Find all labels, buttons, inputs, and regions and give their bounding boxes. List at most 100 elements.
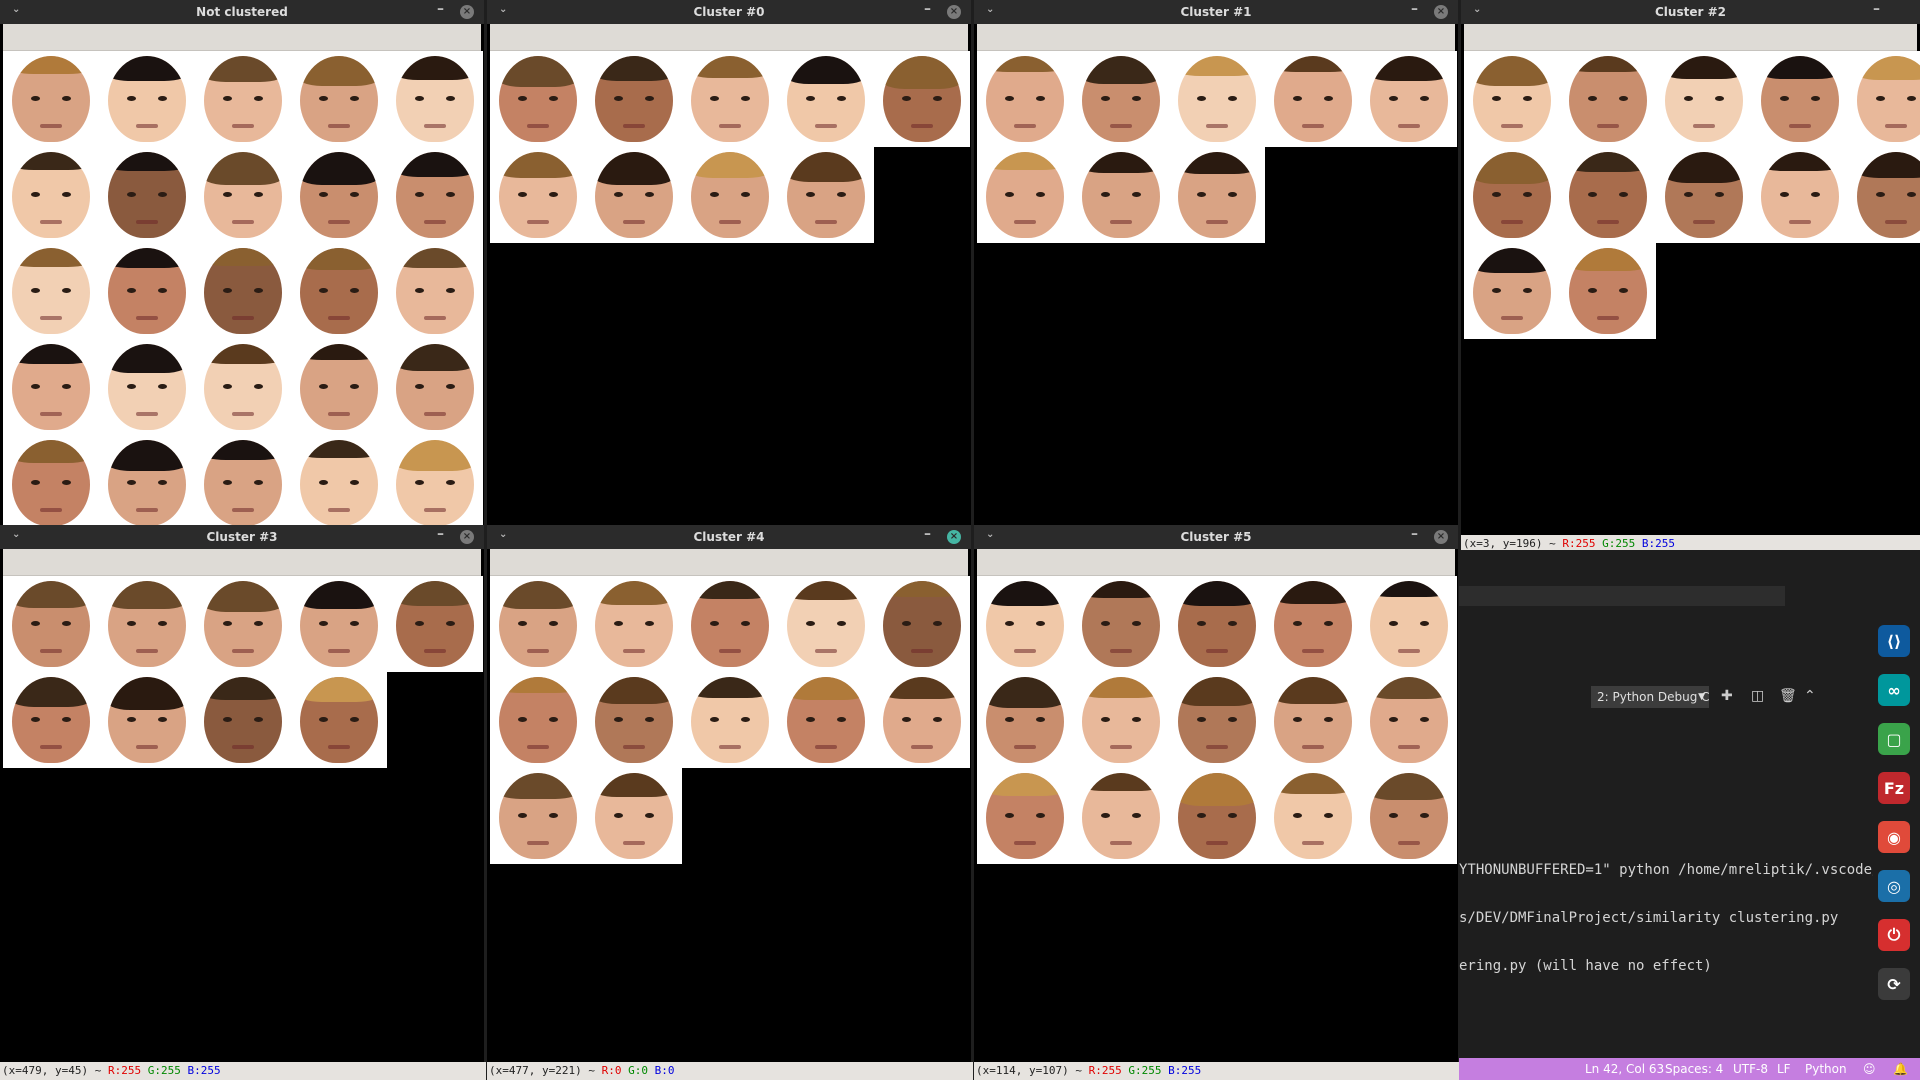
image-canvas[interactable] — [977, 51, 1457, 510]
face-eye — [902, 717, 911, 722]
window-menu-chevron-icon[interactable]: ⌄ — [12, 4, 20, 15]
face-eye — [1324, 621, 1333, 626]
face-eye — [446, 96, 455, 101]
feedback-smiley-icon[interactable]: ☺ — [1863, 1058, 1876, 1080]
face-hair — [1370, 677, 1448, 699]
window-menu-chevron-icon[interactable]: ⌄ — [12, 529, 20, 540]
window-menu-chevron-icon[interactable]: ⌄ — [499, 529, 507, 540]
face-thumbnail — [1169, 576, 1265, 672]
face-thumbnail — [778, 147, 874, 243]
indentation-status[interactable]: Spaces: 4 — [1665, 1058, 1723, 1080]
cursor-position[interactable]: Ln 42, Col 63 — [1585, 1058, 1664, 1080]
minimize-button[interactable]: – — [924, 526, 931, 542]
steam-icon[interactable]: ◎ — [1878, 870, 1910, 902]
face-eye — [127, 96, 136, 101]
status-coords: (x=114, y=107) ~ — [976, 1064, 1089, 1077]
image-canvas[interactable] — [490, 576, 970, 1062]
face-eye — [1228, 813, 1237, 818]
window-menu-chevron-icon[interactable]: ⌄ — [499, 4, 507, 15]
notification-bell-icon[interactable]: 🔔 — [1893, 1058, 1908, 1080]
close-button[interactable]: × — [1434, 530, 1448, 544]
window-title-bar[interactable]: ⌄ Not clustered – × — [0, 0, 484, 24]
face-image — [12, 581, 90, 667]
close-button[interactable]: × — [460, 5, 474, 19]
arduino-icon[interactable]: ∞ — [1878, 674, 1910, 706]
image-canvas[interactable] — [3, 576, 483, 1062]
face-eye — [1132, 621, 1141, 626]
terminal-output[interactable]: YTHONUNBUFFERED=1" python /home/mrelipti… — [1459, 830, 1873, 1006]
face-eye — [1780, 192, 1789, 197]
terminal-line: s/DEV/DMFinalProject/similarity clusteri… — [1459, 910, 1839, 926]
face-mouth — [815, 124, 837, 128]
face-eye — [1420, 96, 1429, 101]
face-hair — [1082, 581, 1160, 598]
face-image — [204, 440, 282, 526]
face-hair — [300, 344, 378, 360]
minimize-button[interactable]: – — [437, 1, 444, 17]
split-terminal-icon[interactable]: ◫ — [1751, 688, 1764, 704]
window-title: Cluster #2 — [1655, 5, 1726, 19]
face-image — [300, 581, 378, 667]
face-mouth — [1110, 841, 1132, 845]
face-eye — [1101, 192, 1110, 197]
close-button[interactable]: × — [947, 5, 961, 19]
window-title-bar[interactable]: ⌄ Cluster #2 – — [1461, 0, 1920, 24]
image-canvas[interactable] — [977, 576, 1457, 1062]
window-title-bar[interactable]: ⌄ Cluster #1 – × — [974, 0, 1458, 24]
face-eye — [1293, 621, 1302, 626]
face-mouth — [232, 649, 254, 653]
trash-icon[interactable]: 🗑 — [1779, 688, 1797, 704]
sync-icon[interactable]: ⟳ — [1878, 968, 1910, 1000]
face-hair — [12, 677, 90, 707]
face-thumbnail — [1560, 51, 1656, 147]
face-thumbnail — [682, 672, 778, 768]
face-thumbnail — [99, 435, 195, 528]
add-terminal-icon[interactable]: ✚ — [1721, 688, 1733, 704]
window-title-bar[interactable]: ⌄ Cluster #4 – × — [487, 525, 971, 549]
encoding-status[interactable]: UTF-8 — [1733, 1058, 1768, 1080]
screenshot-tool-icon[interactable]: ◉ — [1878, 821, 1910, 853]
minimize-button[interactable]: – — [1873, 1, 1880, 17]
image-canvas[interactable] — [3, 51, 483, 528]
vscode-icon[interactable]: ⟨⟩ — [1878, 625, 1910, 657]
face-mouth — [40, 508, 62, 512]
face-eye — [1197, 717, 1206, 722]
window-title-bar[interactable]: ⌄ Cluster #3 – × — [0, 525, 484, 549]
window-menu-chevron-icon[interactable]: ⌄ — [986, 4, 994, 15]
face-hair — [883, 56, 961, 89]
power-icon[interactable]: ⏻ — [1878, 919, 1910, 951]
image-canvas[interactable] — [490, 51, 970, 510]
face-image — [1473, 152, 1551, 238]
face-eye — [1228, 717, 1237, 722]
face-eye — [1197, 96, 1206, 101]
face-mouth — [1110, 124, 1132, 128]
chevron-up-icon[interactable]: ⌃ — [1804, 688, 1816, 704]
face-mouth — [1014, 745, 1036, 749]
eol-status[interactable]: LF — [1777, 1058, 1791, 1080]
filezilla-icon[interactable]: Fz — [1878, 772, 1910, 804]
face-image — [499, 581, 577, 667]
face-eye — [1907, 192, 1916, 197]
minimize-button[interactable]: – — [1411, 1, 1418, 17]
face-image — [1761, 56, 1839, 142]
language-status[interactable]: Python — [1805, 1058, 1847, 1080]
face-eye — [254, 621, 263, 626]
face-mouth — [1398, 841, 1420, 845]
close-button[interactable]: × — [1434, 5, 1448, 19]
terminal-app-icon[interactable]: ▢ — [1878, 723, 1910, 755]
close-button[interactable]: × — [460, 530, 474, 544]
window-menu-chevron-icon[interactable]: ⌄ — [986, 529, 994, 540]
minimize-button[interactable]: – — [1411, 526, 1418, 542]
face-hair — [1274, 56, 1352, 72]
minimize-button[interactable]: – — [924, 1, 931, 17]
minimize-button[interactable]: – — [437, 526, 444, 542]
window-menu-chevron-icon[interactable]: ⌄ — [1473, 4, 1481, 15]
window-title-bar[interactable]: ⌄ Cluster #0 – × — [487, 0, 971, 24]
face-eye — [158, 288, 167, 293]
face-image — [396, 56, 474, 142]
image-canvas[interactable] — [1464, 51, 1920, 535]
face-image — [1178, 152, 1256, 238]
close-button[interactable]: × — [947, 530, 961, 544]
terminal-select[interactable]: 2: Python Debug Consc ▼ — [1591, 686, 1709, 708]
window-title-bar[interactable]: ⌄ Cluster #5 – × — [974, 525, 1458, 549]
